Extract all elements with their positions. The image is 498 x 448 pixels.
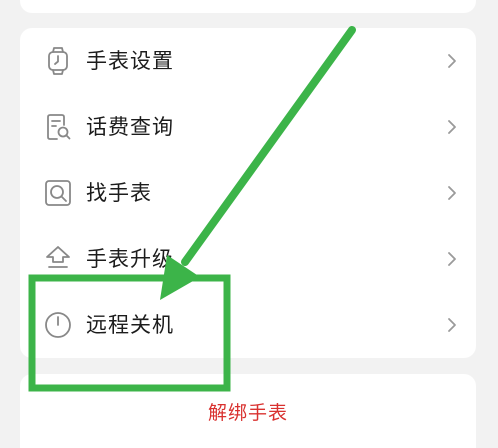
menu-item-find-watch[interactable]: 找手表 xyxy=(20,160,476,226)
unbind-watch-button[interactable]: 解绑手表 xyxy=(20,374,476,448)
chevron-right-icon xyxy=(446,316,458,334)
power-icon xyxy=(42,309,74,341)
chevron-right-icon xyxy=(446,250,458,268)
bill-search-icon xyxy=(42,111,74,143)
menu-item-remote-shutdown[interactable]: 远程关机 xyxy=(20,292,476,358)
upgrade-icon xyxy=(42,243,74,275)
menu-item-label: 远程关机 xyxy=(86,313,174,337)
menu-item-label: 手表升级 xyxy=(86,247,174,271)
top-card xyxy=(20,0,476,13)
find-watch-icon xyxy=(42,177,74,209)
watch-menu-card: 手表设置 话费查询 找手表 手表升级 远程关机 xyxy=(20,28,476,358)
unbind-card: 解绑手表 xyxy=(20,374,476,448)
menu-item-label: 手表设置 xyxy=(86,49,174,73)
menu-item-watch-settings[interactable]: 手表设置 xyxy=(20,28,476,94)
menu-item-label: 找手表 xyxy=(86,181,152,205)
chevron-right-icon xyxy=(446,52,458,70)
menu-item-label: 话费查询 xyxy=(86,115,174,139)
menu-item-bill-query[interactable]: 话费查询 xyxy=(20,94,476,160)
menu-item-watch-upgrade[interactable]: 手表升级 xyxy=(20,226,476,292)
chevron-right-icon xyxy=(446,184,458,202)
watch-icon xyxy=(42,45,74,77)
chevron-right-icon xyxy=(446,118,458,136)
